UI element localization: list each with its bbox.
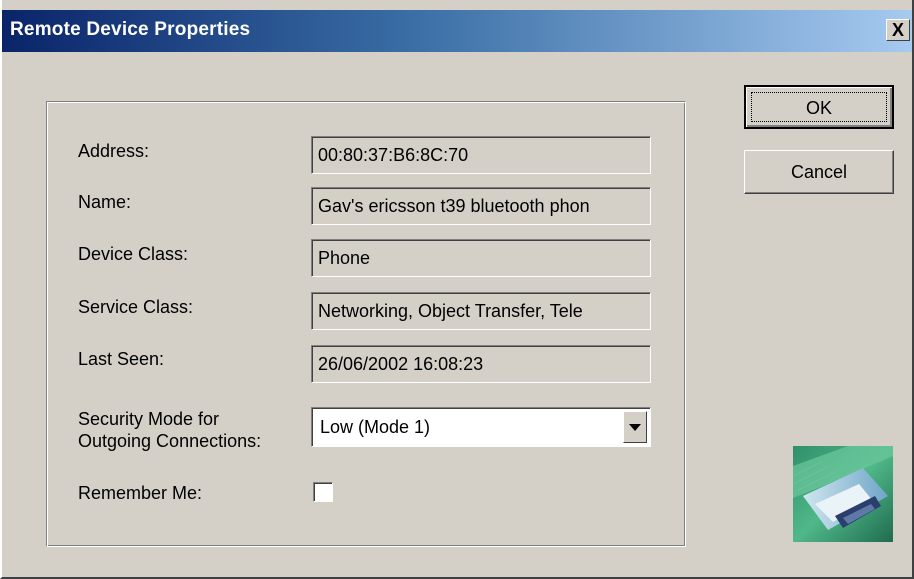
close-button[interactable]: X — [886, 19, 910, 41]
service-class-label: Service Class: — [78, 297, 194, 317]
address-label: Address: — [78, 141, 150, 161]
ok-button[interactable]: OK — [744, 85, 894, 129]
device-class-label: Device Class: — [78, 244, 189, 264]
security-mode-value: Low (Mode 1) — [320, 417, 431, 437]
remote-device-properties-dialog: Remote Device Properties X Address: 00:8… — [0, 0, 914, 579]
cancel-button-label: Cancel — [790, 162, 848, 182]
remember-me-checkbox[interactable] — [313, 482, 333, 502]
last-seen-label: Last Seen: — [78, 349, 165, 369]
device-class-field: Phone — [311, 239, 651, 277]
bluetooth-card-icon — [793, 446, 893, 542]
title-bar[interactable]: Remote Device Properties X — [2, 10, 912, 52]
security-mode-label-line1: Security Mode for — [78, 409, 220, 429]
security-mode-select[interactable]: Low (Mode 1) — [311, 407, 651, 447]
name-label: Name: — [78, 192, 132, 212]
focus-rect — [751, 92, 887, 122]
close-icon: X — [891, 20, 904, 40]
security-mode-label-line2: Outgoing Connections: — [78, 431, 262, 451]
name-field: Gav's ericsson t39 bluetooth phon — [311, 187, 651, 225]
remember-me-label: Remember Me: — [78, 483, 203, 503]
last-seen-field: 26/06/2002 16:08:23 — [311, 345, 651, 383]
service-class-field: Networking, Object Transfer, Tele — [311, 292, 651, 330]
window-title: Remote Device Properties — [10, 19, 251, 40]
address-field: 00:80:37:B6:8C:70 — [311, 136, 651, 174]
cancel-button[interactable]: Cancel — [744, 150, 894, 194]
chevron-down-icon[interactable] — [623, 411, 647, 443]
